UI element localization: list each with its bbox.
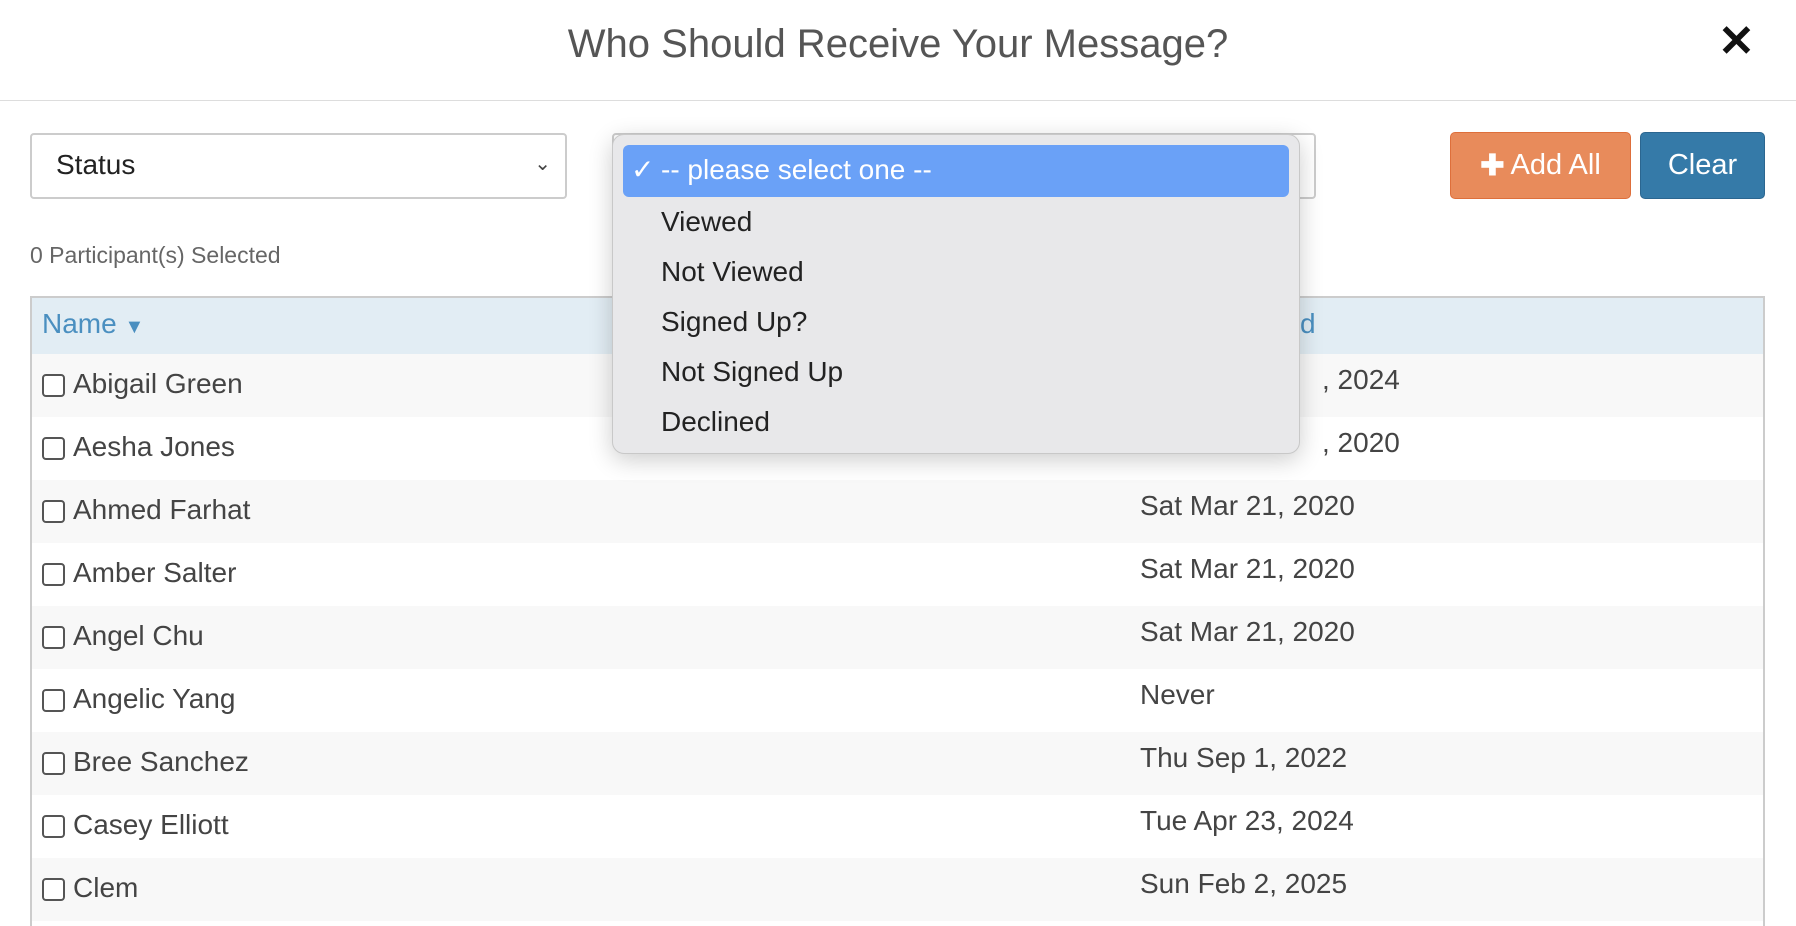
- row-checkbox[interactable]: [42, 815, 65, 838]
- participant-name: Aesha Jones: [73, 431, 235, 462]
- option-label: Declined: [661, 406, 770, 437]
- option-label: Viewed: [661, 206, 753, 237]
- option-label: Not Signed Up: [661, 356, 844, 387]
- participant-date: Thu Sep 1, 2022: [1140, 742, 1348, 773]
- selected-count: 0 Participant(s) Selected: [30, 242, 281, 268]
- name-header-label: Name: [42, 308, 117, 339]
- checkmark-icon: ✓: [631, 154, 655, 185]
- row-checkbox[interactable]: [42, 626, 65, 649]
- value-select-dropdown[interactable]: ✓ -- please select one -- Viewed Not Viewed…: [612, 134, 1300, 454]
- dropdown-option[interactable]: Not Signed Up: [623, 347, 1289, 397]
- participant-date: , 2024: [1322, 364, 1400, 395]
- add-all-label: Add All: [1510, 149, 1601, 181]
- row-checkbox[interactable]: [42, 752, 65, 775]
- option-label: Not Viewed: [661, 256, 804, 287]
- participant-name: Amber Salter: [73, 557, 237, 588]
- table-row: Angelic Yang Never: [32, 669, 1763, 732]
- participant-date: Sun Feb 2, 2025: [1140, 868, 1348, 899]
- table-row: Ahmed Farhat Sat Mar 21, 2020: [32, 480, 1763, 543]
- option-label: Signed Up?: [661, 306, 808, 337]
- dropdown-option[interactable]: Declined: [623, 397, 1289, 447]
- table-row: Amber Salter Sat Mar 21, 2020: [32, 543, 1763, 606]
- participant-name: Angel Chu: [73, 620, 204, 651]
- participant-name: Bree Sanchez: [73, 746, 249, 777]
- participant-name: Ahmed Farhat: [73, 494, 251, 525]
- close-icon[interactable]: ✕: [1718, 16, 1755, 67]
- clear-button[interactable]: Clear: [1640, 132, 1765, 199]
- modal-header: Who Should Receive Your Message? ✕: [0, 0, 1796, 101]
- participant-date: , 2020: [1322, 427, 1400, 458]
- participant-name: Abigail Green: [73, 368, 243, 399]
- dropdown-option[interactable]: Viewed: [623, 197, 1289, 247]
- table-row: Clem Sun Feb 2, 2025: [32, 858, 1763, 921]
- plus-icon: ✚: [1480, 150, 1505, 182]
- table-row: Angel Chu Sat Mar 21, 2020: [32, 606, 1763, 669]
- field-select[interactable]: Status ⌄: [30, 133, 567, 199]
- participant-name: Clem: [73, 872, 139, 903]
- participant-date: Never: [1140, 679, 1215, 710]
- add-all-button[interactable]: ✚ Add All: [1450, 132, 1631, 199]
- chevron-down-icon: ⌄: [534, 153, 551, 175]
- participant-date: Sat Mar 21, 2020: [1140, 553, 1355, 584]
- row-checkbox[interactable]: [42, 689, 65, 712]
- row-checkbox[interactable]: [42, 437, 65, 460]
- row-checkbox[interactable]: [42, 500, 65, 523]
- participant-date: Sat Mar 21, 2020: [1140, 616, 1355, 647]
- dropdown-option[interactable]: ✓ -- please select one --: [623, 145, 1289, 197]
- dropdown-option[interactable]: Not Viewed: [623, 247, 1289, 297]
- field-select-value: Status: [56, 149, 136, 180]
- participant-date: Sat Mar 21, 2020: [1140, 490, 1355, 521]
- table-row: [32, 921, 1763, 926]
- participant-name: Angelic Yang: [73, 683, 236, 714]
- dropdown-option[interactable]: Signed Up?: [623, 297, 1289, 347]
- date-column-header[interactable]: d: [1300, 308, 1316, 340]
- row-checkbox[interactable]: [42, 563, 65, 586]
- modal-title: Who Should Receive Your Message?: [567, 22, 1229, 66]
- name-column-header[interactable]: Name ▼: [42, 308, 144, 340]
- participant-name: Casey Elliott: [73, 809, 229, 840]
- row-checkbox[interactable]: [42, 878, 65, 901]
- table-row: Casey Elliott Tue Apr 23, 2024: [32, 795, 1763, 858]
- chevron-down-icon: ▼: [124, 316, 145, 338]
- row-checkbox[interactable]: [42, 374, 65, 397]
- option-label: -- please select one --: [661, 154, 932, 185]
- table-row: Bree Sanchez Thu Sep 1, 2022: [32, 732, 1763, 795]
- participant-date: Tue Apr 23, 2024: [1140, 805, 1354, 836]
